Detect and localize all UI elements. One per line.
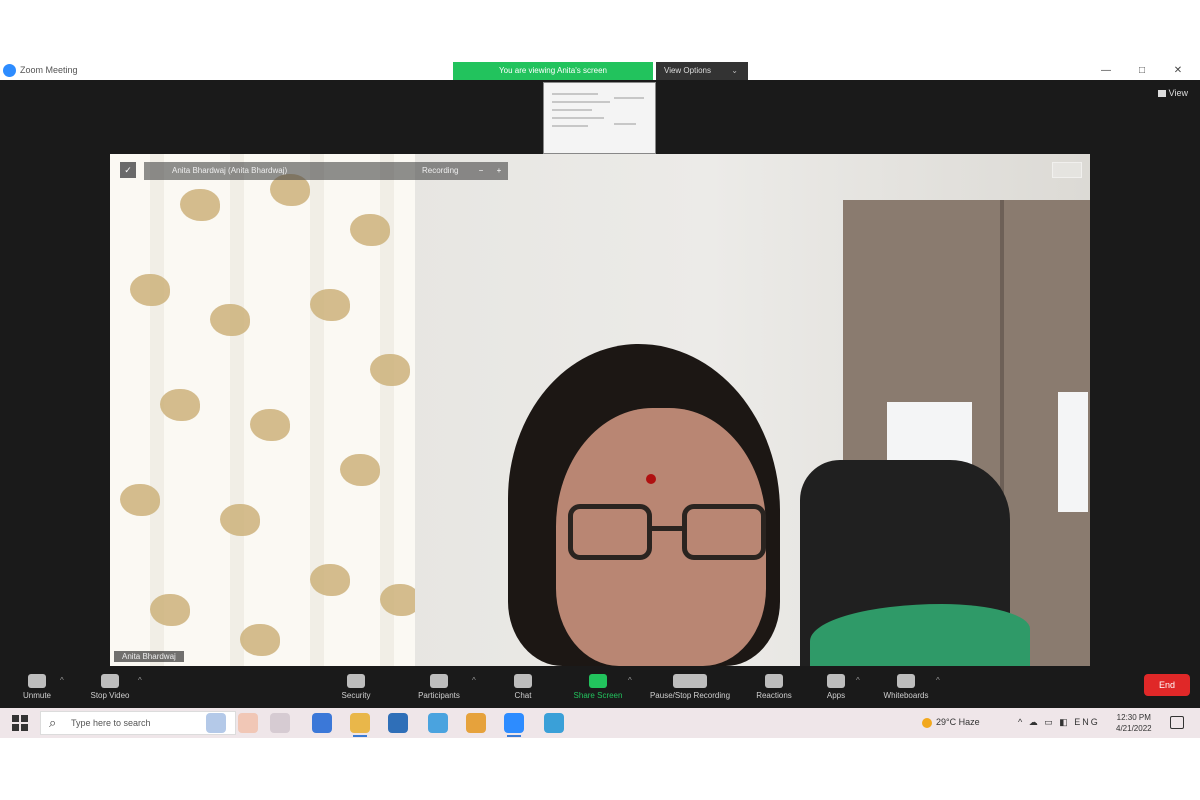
share-screen-icon [589, 674, 607, 688]
active-app-indicator [507, 735, 521, 737]
chat-icon [514, 674, 532, 688]
chevron-up-icon[interactable]: ^ [138, 676, 142, 685]
reactions-button[interactable]: Reactions [750, 670, 798, 708]
active-app-indicator [353, 735, 367, 737]
participant-name-tag: Anita Bhardwaj [114, 651, 184, 662]
search-placeholder: Type here to search [71, 718, 151, 728]
screen: Zoom Meeting You are viewing Anita's scr… [0, 0, 1200, 800]
recording-indicator: Recording [422, 166, 459, 175]
reactions-label: Reactions [756, 691, 792, 700]
sun-haze-icon [922, 717, 932, 728]
stop-video-label: Stop Video [90, 691, 130, 700]
share-screen-button[interactable]: Share Screen [568, 670, 628, 708]
plus-icon[interactable]: + [492, 162, 506, 180]
weather-text: 29°C Haze [936, 717, 980, 727]
video-info-bar: Anita Bhardwaj (Anita Bhardwaj) Recordin… [144, 162, 508, 180]
shield-icon [347, 674, 365, 688]
floral-curtain [110, 154, 415, 666]
minus-icon[interactable]: − [474, 162, 488, 180]
stop-video-button[interactable]: Stop Video [84, 670, 136, 708]
zoom-app-icon[interactable] [504, 713, 524, 733]
chevron-up-icon[interactable]: ^ [936, 676, 940, 685]
clock-date: 4/21/2022 [1116, 724, 1152, 733]
store-icon[interactable] [388, 713, 408, 733]
video-camera-icon [101, 674, 119, 688]
mute-button[interactable]: Unmute [14, 670, 60, 708]
view-button[interactable]: View [1157, 88, 1188, 98]
security-badge-icon[interactable]: ✓ [120, 162, 136, 178]
whiteboard-icon [897, 674, 915, 688]
mail-icon[interactable] [428, 713, 448, 733]
pause-stop-recording-label: Pause/Stop Recording [649, 691, 731, 700]
taskbar-clock[interactable]: 12:30 PM 4/21/2022 [1116, 712, 1152, 734]
notification-icon[interactable] [1170, 716, 1184, 729]
chevron-up-icon[interactable]: ^ [472, 676, 476, 685]
edge-browser-icon[interactable] [312, 713, 332, 733]
file-explorer-icon[interactable] [350, 713, 370, 733]
eyeglasses-bridge [650, 526, 684, 531]
pause-stop-recording-button[interactable]: Pause/Stop Recording [642, 670, 738, 708]
chat-label: Chat [514, 691, 532, 700]
paper-notice [1058, 392, 1088, 512]
clock-time: 12:30 PM [1116, 713, 1151, 722]
eyeglasses-lens [568, 504, 652, 560]
end-meeting-button[interactable]: End [1144, 674, 1190, 696]
view-label: View [1168, 88, 1188, 98]
meeting-toolbar: Unmute ^ Stop Video ^ Security Participa… [0, 670, 1200, 708]
chevron-up-icon[interactable]: ^ [60, 676, 64, 685]
participants-label: Participants [418, 691, 460, 700]
security-button[interactable]: Security [334, 670, 378, 708]
chevron-up-icon[interactable]: ^ [856, 676, 860, 685]
participant-video[interactable]: ✓ Anita Bhardwaj (Anita Bhardwaj) Record… [110, 154, 1090, 666]
screen-share-banner: You are viewing Anita's screen [453, 62, 653, 80]
bindi [646, 474, 656, 484]
maximize-button[interactable]: □ [1132, 63, 1152, 79]
security-label: Security [341, 691, 371, 700]
meeting-area: View ✓ Anita Bhardwaj (Anita Bhardwaj) R… [0, 80, 1200, 708]
windows-taskbar: ⌕ Type here to search 29°C Haze ^ ☁ ▭ ◧ … [0, 708, 1200, 738]
search-icon: ⌕ [49, 715, 57, 730]
shared-screen-thumbnail[interactable] [543, 82, 656, 154]
apps-icon [827, 674, 845, 688]
view-options-label: View Options [664, 66, 711, 75]
zoom-logo-icon [3, 64, 16, 77]
chat-app-icon[interactable] [270, 713, 290, 733]
close-button[interactable]: ✕ [1168, 63, 1188, 79]
minimize-button[interactable]: — [1096, 63, 1116, 79]
apps-button[interactable]: Apps [822, 670, 850, 708]
video-bar-name: Anita Bhardwaj (Anita Bhardwaj) [172, 166, 288, 175]
grid-view-icon [1157, 90, 1166, 98]
eyeglasses-lens [682, 504, 766, 560]
pause-recording-icon [673, 674, 707, 688]
window-title: Zoom Meeting [20, 65, 78, 75]
microphone-icon [28, 674, 46, 688]
participants-button[interactable]: Participants [408, 670, 470, 708]
whiteboards-label: Whiteboards [883, 691, 929, 700]
chrome-icon[interactable] [466, 713, 486, 733]
reactions-icon [765, 674, 783, 688]
widgets-icon[interactable] [238, 713, 258, 733]
browser-icon[interactable] [544, 713, 564, 733]
weather-widget[interactable]: 29°C Haze [922, 717, 980, 728]
window-titlebar: Zoom Meeting You are viewing Anita's scr… [0, 62, 1200, 80]
chevron-up-icon[interactable]: ^ [628, 676, 632, 685]
participants-icon [430, 674, 448, 688]
chat-button[interactable]: Chat [506, 670, 540, 708]
task-view-icon[interactable] [206, 713, 226, 733]
chevron-down-icon: ⌄ [731, 66, 738, 75]
windows-start-icon[interactable] [12, 715, 28, 731]
view-options-button[interactable]: View Options ⌄ [656, 62, 748, 80]
mute-label: Unmute [22, 691, 51, 700]
whiteboards-button[interactable]: Whiteboards [876, 670, 936, 708]
video-options-icon[interactable] [1052, 162, 1082, 178]
share-screen-label: Share Screen [573, 691, 623, 700]
apps-label: Apps [826, 691, 846, 700]
system-tray[interactable]: ^ ☁ ▭ ◧ ENG [1018, 717, 1100, 728]
